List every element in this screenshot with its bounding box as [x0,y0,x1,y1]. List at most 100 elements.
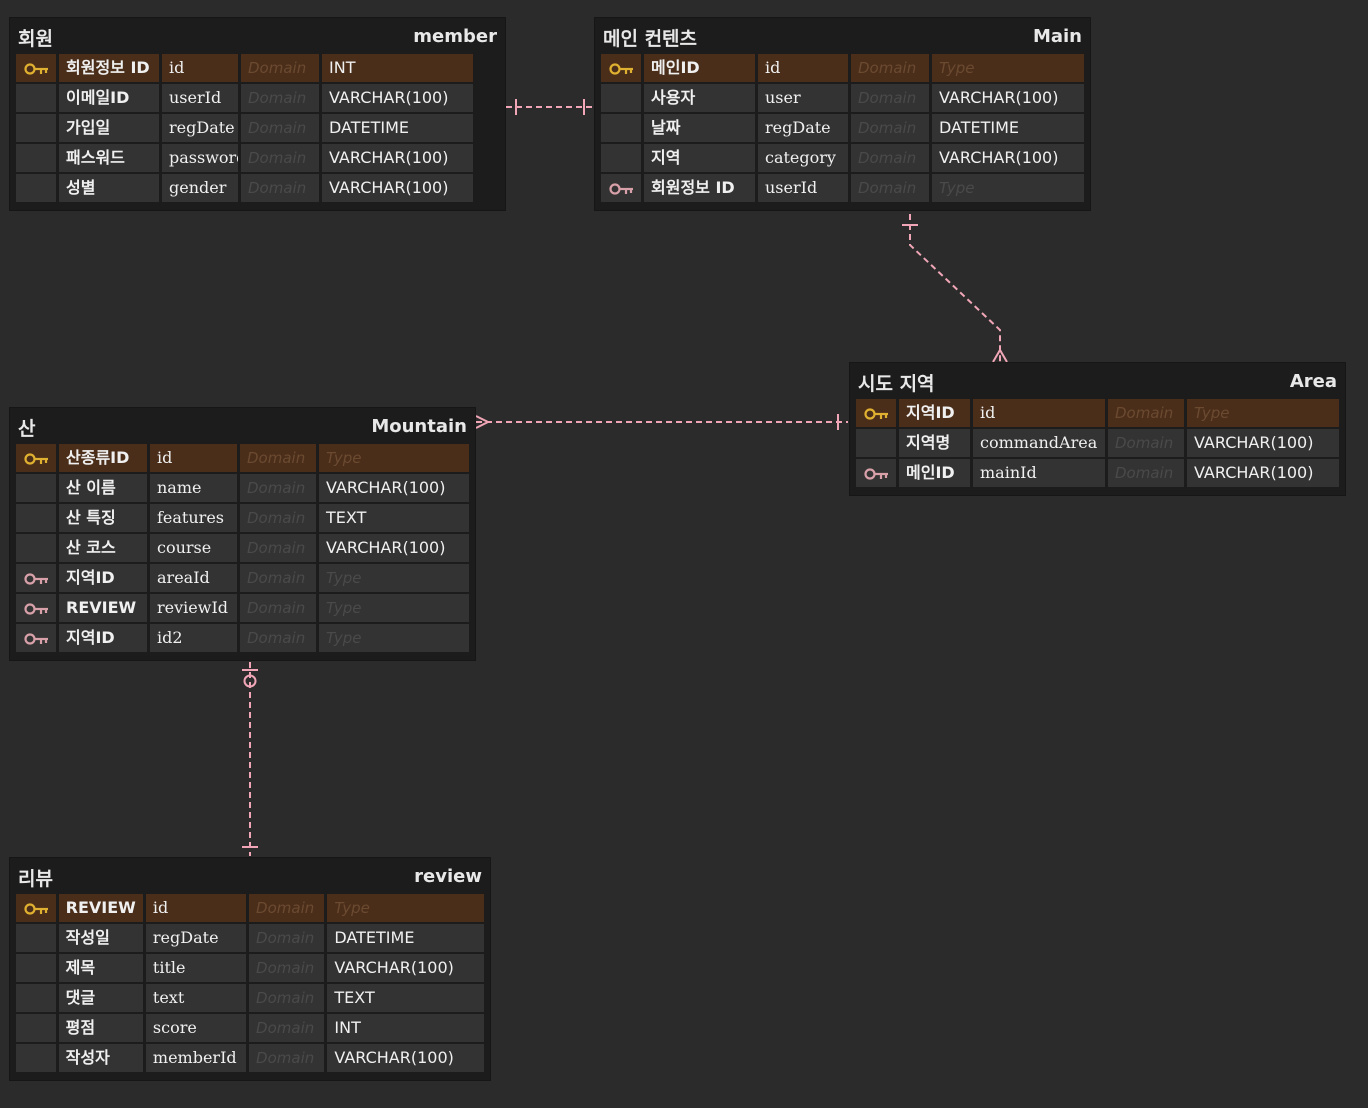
column-logical-name[interactable]: 평점 [58,1014,143,1042]
column-row[interactable]: 메인ID id Domain Type [601,54,1084,82]
column-type[interactable]: DATETIME [322,114,473,142]
column-type[interactable]: INT [327,1014,484,1042]
column-logical-name[interactable]: 산종류ID [59,444,147,472]
column-domain[interactable]: Domain [241,174,319,202]
column-physical-name[interactable]: reviewId [150,594,237,622]
column-logical-name[interactable]: 댓글 [58,984,143,1012]
column-physical-name[interactable]: id [758,54,848,82]
column-row[interactable]: 지역ID areaId Domain Type [16,564,469,592]
column-type[interactable]: Type [932,54,1084,82]
column-logical-name[interactable]: 메인ID [644,54,755,82]
column-physical-name[interactable]: areaId [150,564,237,592]
column-physical-name[interactable]: course [150,534,237,562]
column-type[interactable]: VARCHAR(100) [319,474,469,502]
column-type[interactable]: VARCHAR(100) [327,954,484,982]
column-domain[interactable]: Domain [249,1044,325,1072]
column-domain[interactable]: Domain [240,504,316,532]
column-physical-name[interactable]: id [150,444,237,472]
column-row[interactable]: 지역ID id Domain Type [856,399,1339,427]
column-logical-name[interactable]: 메인ID [899,459,970,487]
column-domain[interactable]: Domain [240,444,316,472]
column-logical-name[interactable]: 이메일ID [59,84,159,112]
table-header[interactable]: 리뷰 review [16,858,484,894]
column-row[interactable]: 산종류ID id Domain Type [16,444,469,472]
column-physical-name[interactable]: regDate [162,114,238,142]
column-row[interactable]: 회원정보 ID userId Domain Type [601,174,1084,202]
column-physical-name[interactable]: title [145,954,247,982]
table-mountain[interactable]: 산 Mountain 산종류ID id Domain Type 산 이름 name Domain… [10,408,475,660]
column-domain[interactable]: Domain [241,54,319,82]
column-domain[interactable]: Domain [249,984,325,1012]
column-type[interactable]: INT [322,54,473,82]
column-row[interactable]: 평점 score Domain INT [16,1014,484,1042]
column-type[interactable]: Type [319,444,469,472]
column-logical-name[interactable]: 회원정보 ID [59,54,159,82]
column-logical-name[interactable]: 지역ID [899,399,970,427]
column-row[interactable]: 댓글 text Domain TEXT [16,984,484,1012]
column-logical-name[interactable]: 지역 [644,144,755,172]
column-row[interactable]: 사용자 user Domain VARCHAR(100) [601,84,1084,112]
column-domain[interactable]: Domain [241,84,319,112]
column-row[interactable]: REVIEW reviewId Domain Type [16,594,469,622]
column-physical-name[interactable]: commandArea [973,429,1105,457]
column-logical-name[interactable]: 지역ID [59,624,147,652]
column-logical-name[interactable]: 날짜 [644,114,755,142]
column-domain[interactable]: Domain [851,114,929,142]
column-logical-name[interactable]: 산 이름 [59,474,147,502]
column-row[interactable]: REVIEW id Domain Type [16,894,484,922]
column-physical-name[interactable]: regDate [145,924,247,952]
column-row[interactable]: 지역명 commandArea Domain VARCHAR(100) [856,429,1339,457]
column-type[interactable]: VARCHAR(100) [1187,429,1339,457]
column-type[interactable]: VARCHAR(100) [1187,459,1339,487]
column-physical-name[interactable]: password [162,144,238,172]
table-review[interactable]: 리뷰 review REVIEW id Domain Type 작성일 regDate Doma… [10,858,490,1080]
column-row[interactable]: 가입일 regDate Domain DATETIME [16,114,499,142]
column-domain[interactable]: Domain [249,894,325,922]
column-physical-name[interactable]: text [145,984,247,1012]
column-logical-name[interactable]: 지역명 [899,429,970,457]
column-physical-name[interactable]: id2 [150,624,237,652]
column-row[interactable]: 제목 title Domain VARCHAR(100) [16,954,484,982]
column-domain[interactable]: Domain [249,924,325,952]
column-type[interactable]: VARCHAR(100) [322,84,473,112]
column-type[interactable]: TEXT [327,984,484,1012]
column-logical-name[interactable]: 패스워드 [59,144,159,172]
column-logical-name[interactable]: 산 코스 [59,534,147,562]
column-type[interactable]: VARCHAR(100) [322,174,473,202]
column-physical-name[interactable]: score [145,1014,247,1042]
column-type[interactable]: Type [319,624,469,652]
table-header[interactable]: 산 Mountain [16,408,469,444]
column-logical-name[interactable]: 지역ID [59,564,147,592]
column-row[interactable]: 메인ID mainId Domain VARCHAR(100) [856,459,1339,487]
column-physical-name[interactable]: mainId [973,459,1105,487]
column-type[interactable]: VARCHAR(100) [932,84,1084,112]
column-type[interactable]: Type [319,594,469,622]
column-physical-name[interactable]: id [162,54,238,82]
column-physical-name[interactable]: gender [162,174,238,202]
column-logical-name[interactable]: 산 특징 [59,504,147,532]
column-type[interactable]: VARCHAR(100) [319,534,469,562]
column-domain[interactable]: Domain [240,594,316,622]
column-domain[interactable]: Domain [1108,429,1184,457]
column-type[interactable]: Type [1187,399,1339,427]
column-type[interactable]: Type [932,174,1084,202]
column-logical-name[interactable]: 가입일 [59,114,159,142]
column-row[interactable]: 지역ID id2 Domain Type [16,624,469,652]
column-physical-name[interactable]: id [145,894,247,922]
column-domain[interactable]: Domain [1108,399,1184,427]
column-row[interactable]: 패스워드passwordDomainVARCHAR(100) [16,144,499,172]
column-physical-name[interactable]: regDate [758,114,848,142]
column-domain[interactable]: Domain [240,564,316,592]
column-logical-name[interactable]: REVIEW [59,594,147,622]
column-row[interactable]: 산 특징 features Domain TEXT [16,504,469,532]
column-row[interactable]: 산 코스 course Domain VARCHAR(100) [16,534,469,562]
column-row[interactable]: 날짜 regDate Domain DATETIME [601,114,1084,142]
column-logical-name[interactable]: 제목 [58,954,143,982]
table-header[interactable]: 시도 지역 Area [856,363,1339,399]
column-domain[interactable]: Domain [851,54,929,82]
column-domain[interactable]: Domain [240,534,316,562]
column-type[interactable]: DATETIME [932,114,1084,142]
column-domain[interactable]: Domain [249,954,325,982]
column-domain[interactable]: Domain [240,624,316,652]
column-physical-name[interactable]: userId [758,174,848,202]
